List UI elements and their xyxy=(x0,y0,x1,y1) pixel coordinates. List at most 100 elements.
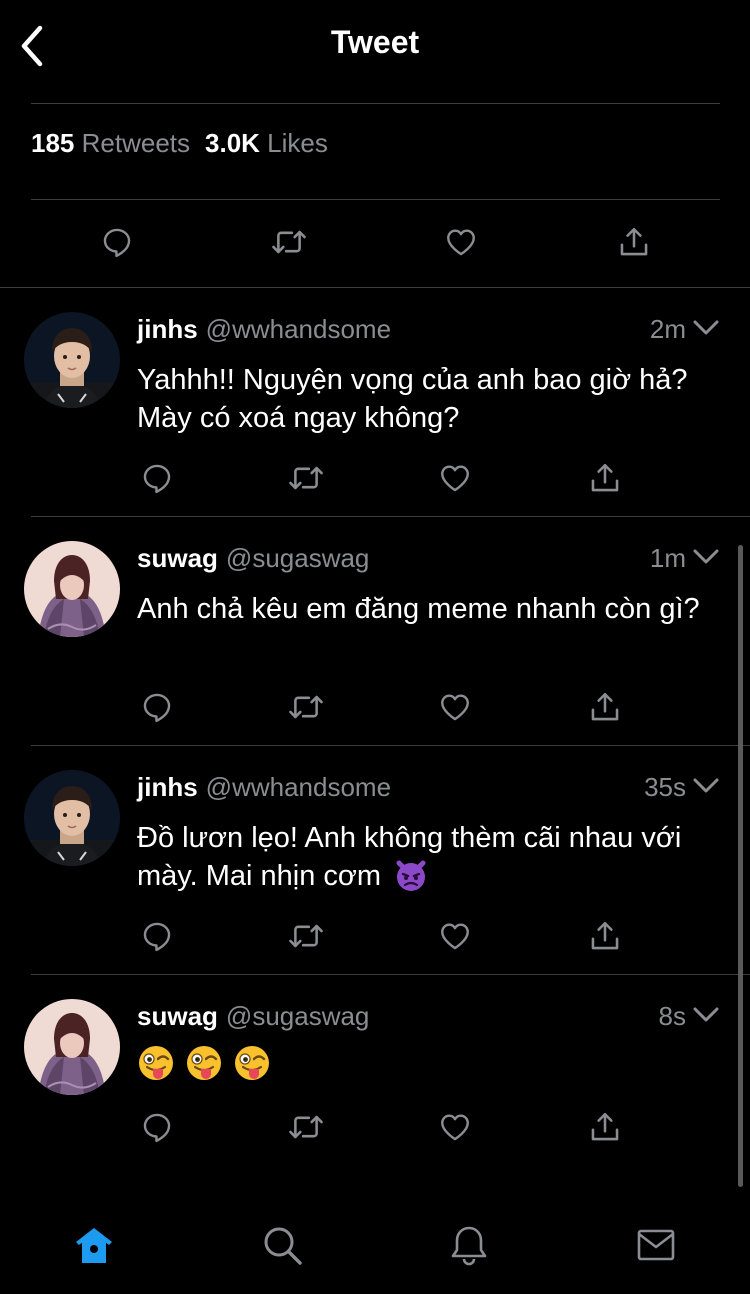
avatar[interactable] xyxy=(24,770,120,866)
tweet-text: Anh chả kêu em đăng meme nhanh còn gì? xyxy=(137,593,700,625)
share-button[interactable] xyxy=(610,218,658,266)
divider xyxy=(31,974,750,975)
retweets-count: 185 xyxy=(31,128,75,158)
share-icon xyxy=(620,227,648,256)
reply-icon xyxy=(143,922,171,952)
likes-stat[interactable]: 3.0K Likes xyxy=(205,128,328,158)
like-button[interactable] xyxy=(431,454,479,502)
share-button[interactable] xyxy=(581,683,629,731)
divider xyxy=(0,287,750,288)
display-name[interactable]: suwag xyxy=(137,1001,218,1031)
reply-author: suwag @sugaswag xyxy=(137,543,369,574)
display-name[interactable]: jinhs xyxy=(137,772,198,802)
tweet-text-block: Đồ lươn lẹo! Anh không thèm cãi nhau với… xyxy=(137,819,727,895)
user-handle[interactable]: @sugaswag xyxy=(226,1001,369,1031)
like-button[interactable] xyxy=(431,1103,479,1151)
chevron-down-icon xyxy=(693,1007,719,1022)
retweet-icon xyxy=(289,924,323,948)
reply-button[interactable] xyxy=(133,683,181,731)
avatar[interactable] xyxy=(24,312,120,408)
winking-tongue-emoji xyxy=(235,1046,269,1080)
like-icon xyxy=(441,923,469,950)
avatar-photo-jinhs xyxy=(24,770,120,866)
user-handle[interactable]: @sugaswag xyxy=(226,543,369,573)
timestamp: 1m xyxy=(649,543,686,573)
avatar-photo-suwag xyxy=(24,541,120,637)
reply-icon xyxy=(143,464,171,494)
tab-notifications[interactable] xyxy=(444,1220,494,1270)
angry-devil-emoji xyxy=(396,860,426,891)
reply-button[interactable] xyxy=(93,218,141,266)
reply-icon xyxy=(143,1113,171,1143)
divider xyxy=(31,516,750,517)
share-button[interactable] xyxy=(581,912,629,960)
display-name[interactable]: suwag xyxy=(137,543,218,573)
reply-author: jinhs @wwhandsome xyxy=(137,314,391,345)
likes-count: 3.0K xyxy=(205,128,260,158)
retweets-stat[interactable]: 185 Retweets xyxy=(31,128,190,158)
like-button[interactable] xyxy=(431,683,479,731)
timestamp: 2m xyxy=(649,314,686,344)
user-handle[interactable]: @wwhandsome xyxy=(206,772,391,802)
retweet-button[interactable] xyxy=(282,683,330,731)
share-icon xyxy=(591,463,619,492)
divider xyxy=(31,103,720,104)
reply-author: jinhs @wwhandsome xyxy=(137,772,391,803)
messages-icon xyxy=(637,1229,675,1261)
reply-icon xyxy=(143,693,171,723)
share-icon xyxy=(591,1112,619,1141)
more-options-button[interactable] xyxy=(692,314,720,342)
reply-button[interactable] xyxy=(133,912,181,960)
chevron-down-icon xyxy=(693,320,719,335)
timestamp: 8s xyxy=(658,1001,686,1031)
page-title: Tweet xyxy=(330,24,420,60)
tweet-emoji-row xyxy=(137,1044,271,1082)
likes-label: Likes xyxy=(267,128,328,158)
tab-search[interactable] xyxy=(257,1220,307,1270)
tab-home[interactable] xyxy=(69,1220,119,1270)
more-options-button[interactable] xyxy=(692,1001,720,1029)
avatar[interactable] xyxy=(24,999,120,1095)
divider xyxy=(31,745,750,746)
avatar-photo-suwag xyxy=(24,999,120,1095)
display-name[interactable]: jinhs xyxy=(137,314,198,344)
avatar-photo-jinhs xyxy=(24,312,120,408)
like-icon xyxy=(441,1114,469,1141)
retweet-button[interactable] xyxy=(265,218,313,266)
chevron-down-icon xyxy=(693,778,719,793)
like-icon xyxy=(447,229,475,256)
retweet-button[interactable] xyxy=(282,454,330,502)
engagement-stats: 185 Retweets 3.0K Likes xyxy=(31,128,328,159)
share-button[interactable] xyxy=(581,1103,629,1151)
scrollbar[interactable] xyxy=(738,545,743,1187)
reply-button[interactable] xyxy=(133,454,181,502)
share-icon xyxy=(591,692,619,721)
more-options-button[interactable] xyxy=(692,543,720,571)
reply-button[interactable] xyxy=(133,1103,181,1151)
retweet-button[interactable] xyxy=(282,912,330,960)
like-icon xyxy=(441,465,469,492)
tab-messages[interactable] xyxy=(631,1220,681,1270)
timestamp: 35s xyxy=(644,772,686,802)
chevron-down-icon xyxy=(693,549,719,564)
more-options-button[interactable] xyxy=(692,772,720,800)
winking-tongue-emoji xyxy=(187,1046,221,1080)
like-button[interactable] xyxy=(437,218,485,266)
reply-author: suwag @sugaswag xyxy=(137,1001,369,1032)
tweet-text: Yahhh!! Nguyện vọng của anh bao giờ hả? … xyxy=(137,364,688,434)
divider xyxy=(31,199,720,200)
user-handle[interactable]: @wwhandsome xyxy=(206,314,391,344)
like-icon xyxy=(441,694,469,721)
winking-tongue-emoji xyxy=(139,1046,173,1080)
search-icon xyxy=(264,1227,302,1265)
retweet-button[interactable] xyxy=(282,1103,330,1151)
reply-icon xyxy=(103,228,131,258)
retweet-icon xyxy=(289,695,323,719)
avatar[interactable] xyxy=(24,541,120,637)
share-button[interactable] xyxy=(581,454,629,502)
retweet-icon xyxy=(289,466,323,490)
notifications-icon xyxy=(451,1226,487,1266)
like-button[interactable] xyxy=(431,912,479,960)
retweets-label: Retweets xyxy=(81,128,191,158)
share-icon xyxy=(591,921,619,950)
